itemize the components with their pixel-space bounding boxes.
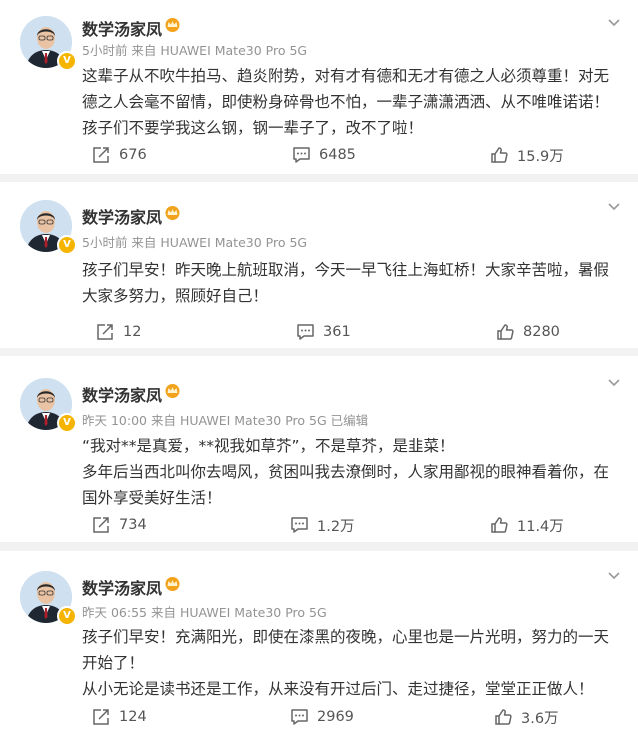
comment-count: 6485 [319,147,356,163]
comment-icon [297,324,314,340]
verified-badge-icon: V [57,606,77,626]
post-actions: 124 2969 3.6万 [0,704,638,730]
post-text: 孩子们早安！昨天晚上航班取消，今天一早飞往上海虹桥！大家辛苦啦，暑假大家多努力，… [82,261,610,305]
verified-badge-icon: V [57,51,77,71]
chevron-down-icon[interactable] [606,567,622,583]
like-icon [491,147,508,163]
post-text: 孩子们早安！充满阳光，即使在漆黑的夜晚，心里也是一片光明，努力的一天开始了！ 从… [82,628,610,698]
crown-badge-icon [165,384,180,398]
like-count: 15.9万 [517,148,564,165]
repost-icon [93,147,109,163]
comment-icon [291,709,308,725]
repost-count: 734 [119,517,147,533]
post-card: V 数学汤家凤 5小时前 来自 HUAWEI Mate30 Pro 5G 这辈子… [0,0,638,174]
comment-count: 2969 [317,709,354,725]
like-button[interactable]: 8280 [496,319,560,345]
comment-count: 361 [323,324,351,340]
crown-badge-icon [165,206,180,220]
post-meta: 昨天 10:00 来自 HUAWEI Mate30 Pro 5G 已编辑 [82,413,369,428]
like-icon [491,517,508,533]
like-icon [495,709,512,725]
like-button[interactable]: 3.6万 [494,704,559,730]
like-count: 3.6万 [521,710,559,727]
repost-icon [97,324,113,340]
post-actions: 12 361 8280 [0,319,638,345]
like-icon [497,324,514,340]
post-text: 这辈子从不吹牛拍马、趋炎附势，对有才有德和无才有德之人必须尊重！对无德之人会毫不… [82,67,610,137]
post-meta: 5小时前 来自 HUAWEI Mate30 Pro 5G [82,235,308,250]
comment-count: 1.2万 [317,518,355,535]
weibo-feed: V 数学汤家凤 5小时前 来自 HUAWEI Mate30 Pro 5G 这辈子… [0,0,638,734]
repost-button[interactable]: 124 [92,704,147,730]
repost-button[interactable]: 734 [92,512,147,538]
comment-icon [291,517,308,533]
post-actions: 676 6485 15.9万 [0,142,638,168]
post-meta: 昨天 06:55 来自 HUAWEI Mate30 Pro 5G [82,605,327,620]
comment-button[interactable]: 2969 [290,704,354,730]
crown-badge-icon [165,577,180,591]
repost-button[interactable]: 12 [96,319,141,345]
like-button[interactable]: 11.4万 [490,512,564,538]
comment-icon [293,147,310,163]
author-name[interactable]: 数学汤家凤 [82,382,162,406]
repost-count: 12 [123,324,142,340]
like-count: 8280 [523,324,560,340]
repost-button[interactable]: 676 [92,142,147,168]
post-actions: 734 1.2万 11.4万 [0,512,638,538]
like-button[interactable]: 15.9万 [490,142,564,168]
author-name[interactable]: 数学汤家凤 [82,16,162,40]
crown-badge-icon [165,18,180,32]
post-text: “我对**是真爱，**视我如草芥”，不是草芥，是韭菜！ 多年后当西北叫你去喝风，… [82,437,610,507]
like-count: 11.4万 [517,518,564,535]
chevron-down-icon[interactable] [606,374,622,390]
comment-button[interactable]: 361 [296,319,351,345]
author-name[interactable]: 数学汤家凤 [82,575,162,599]
verified-badge-icon: V [57,235,77,255]
comment-button[interactable]: 1.2万 [290,512,355,538]
repost-icon [93,709,109,725]
comment-button[interactable]: 6485 [292,142,356,168]
post-meta: 5小时前 来自 HUAWEI Mate30 Pro 5G [82,43,308,58]
post-card: V 数学汤家凤 昨天 10:00 来自 HUAWEI Mate30 Pro 5G… [0,356,638,542]
repost-count: 676 [119,147,147,163]
chevron-down-icon[interactable] [606,14,622,30]
verified-badge-icon: V [57,413,77,433]
repost-icon [93,517,109,533]
repost-count: 124 [119,709,147,725]
author-name[interactable]: 数学汤家凤 [82,204,162,228]
post-card: V 数学汤家凤 5小时前 来自 HUAWEI Mate30 Pro 5G 孩子们… [0,182,638,348]
post-card: V 数学汤家凤 昨天 06:55 来自 HUAWEI Mate30 Pro 5G… [0,551,638,734]
chevron-down-icon[interactable] [606,198,622,214]
